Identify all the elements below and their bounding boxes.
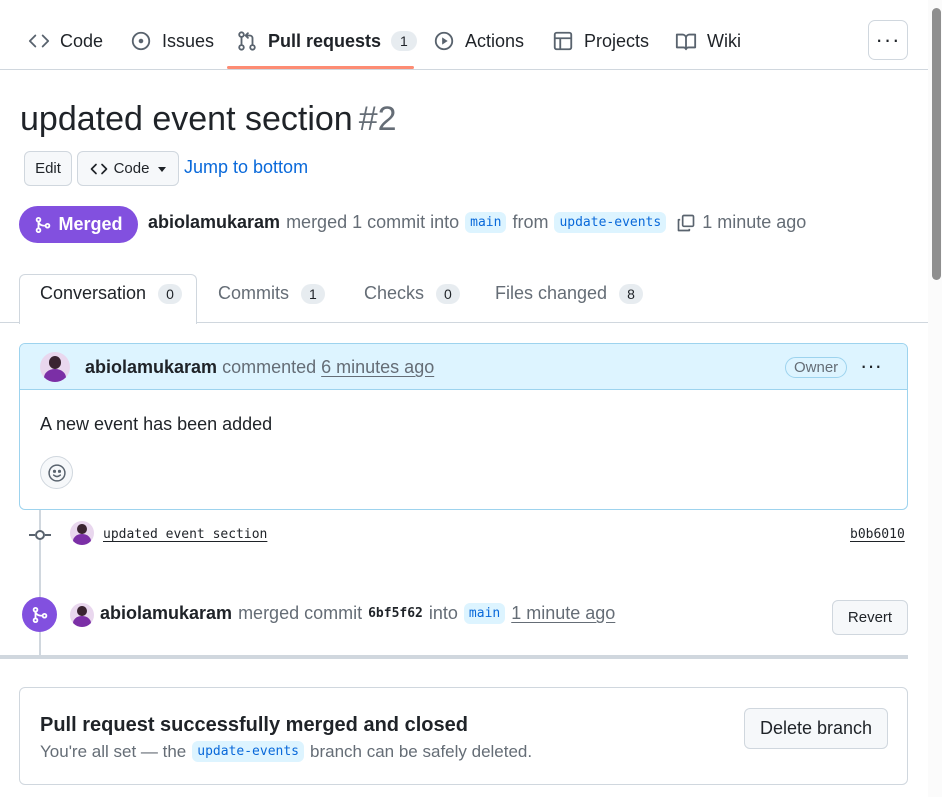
merged-state-badge: Merged bbox=[19, 206, 138, 243]
repo-tab-issues[interactable]: Issues bbox=[130, 22, 214, 60]
tab-count: 0 bbox=[436, 283, 460, 304]
merge-event-badge bbox=[22, 597, 57, 632]
merged-status-box: Pull request successfully merged and clo… bbox=[19, 687, 908, 785]
repo-tab-label: Pull requests bbox=[268, 30, 382, 51]
pr-title-text: updated event section bbox=[20, 100, 353, 138]
repo-tab-wiki[interactable]: Wiki bbox=[675, 22, 741, 60]
table-icon bbox=[553, 31, 573, 51]
repo-tab-label: Actions bbox=[465, 30, 525, 51]
repo-tab-code[interactable]: Code bbox=[28, 22, 103, 60]
add-reaction-button[interactable] bbox=[40, 456, 73, 489]
tab-count: 8 bbox=[619, 283, 643, 304]
merge-text: merged commit bbox=[238, 603, 363, 623]
code-dropdown-button[interactable]: Code bbox=[77, 151, 179, 186]
timeline-end-separator bbox=[0, 655, 908, 659]
tab-count: 0 bbox=[158, 283, 182, 304]
repo-tab-label: Issues bbox=[162, 30, 215, 51]
merge-time-link[interactable]: 1 minute ago bbox=[511, 603, 615, 624]
comment-body: A new event has been added bbox=[40, 414, 273, 434]
edit-button-label: Edit bbox=[35, 160, 61, 177]
triangle-down-icon bbox=[158, 166, 167, 172]
copy-icon[interactable] bbox=[676, 213, 696, 233]
active-tab-underline bbox=[227, 66, 414, 69]
merge-sha-link[interactable]: 6bf5f62 bbox=[368, 606, 423, 621]
merge-event-text: abiolamukaram merged commit 6bf5f62 into… bbox=[100, 603, 615, 624]
delete-branch-button[interactable]: Delete branch bbox=[744, 708, 888, 749]
repo-tab-label: Wiki bbox=[707, 30, 741, 51]
git-merge-icon bbox=[32, 606, 47, 623]
tab-checks[interactable]: Checks 0 bbox=[364, 283, 460, 304]
scrollbar-thumb[interactable] bbox=[932, 8, 941, 280]
tab-files-changed[interactable]: Files changed 8 bbox=[495, 283, 643, 304]
tab-commits[interactable]: Commits 1 bbox=[218, 283, 325, 304]
merged-state-label: Merged bbox=[58, 214, 123, 234]
pr-author-link[interactable]: abiolamukaram bbox=[148, 212, 280, 233]
pull-request-icon bbox=[238, 31, 256, 51]
edit-button[interactable]: Edit bbox=[24, 151, 72, 186]
repo-nav: Code Issues Pull requests 1 Actions Proj… bbox=[0, 0, 928, 70]
repo-tab-actions[interactable]: Actions bbox=[433, 22, 524, 60]
kebab-horizontal-icon: ··· bbox=[875, 27, 901, 52]
merge-author-link[interactable]: abiolamukaram bbox=[100, 603, 232, 624]
into-text: into bbox=[428, 603, 458, 623]
avatar[interactable] bbox=[70, 603, 94, 627]
comment-header: abiolamukaram commented 6 minutes ago Ow… bbox=[20, 344, 907, 390]
book-icon bbox=[675, 33, 697, 51]
merge-status-line: abiolamukaram merged 1 commit into main … bbox=[148, 212, 806, 233]
code-icon bbox=[90, 163, 107, 174]
delete-branch-label: Delete branch bbox=[759, 718, 873, 738]
avatar[interactable] bbox=[70, 521, 94, 545]
git-commit-icon bbox=[29, 530, 51, 540]
repo-tab-pull-requests[interactable]: Pull requests 1 bbox=[236, 22, 417, 60]
tab-label: Checks bbox=[364, 283, 425, 303]
kebab-horizontal-icon[interactable]: ··· bbox=[860, 353, 882, 379]
code-button-label: Code bbox=[113, 160, 150, 177]
commit-sha-link[interactable]: b0b6010 bbox=[850, 527, 905, 542]
tab-label: Commits bbox=[218, 283, 289, 303]
merge-branch[interactable]: main bbox=[463, 603, 506, 624]
page-title: updated event section #2 bbox=[20, 100, 397, 139]
owner-badge: Owner bbox=[785, 357, 848, 378]
desc-after: branch can be safely deleted. bbox=[310, 741, 533, 761]
tab-conversation[interactable]: Conversation 0 bbox=[40, 283, 182, 304]
desc-before: You're all set — the bbox=[40, 741, 187, 761]
issue-icon bbox=[131, 31, 151, 51]
merged-time: 1 minute ago bbox=[702, 212, 807, 232]
revert-button[interactable]: Revert bbox=[832, 600, 908, 635]
merged-text: merged 1 commit into bbox=[286, 212, 460, 232]
smiley-icon bbox=[47, 463, 66, 482]
head-branch[interactable]: update-events bbox=[554, 212, 667, 233]
merged-status-description: You're all set — the update-events branc… bbox=[40, 741, 532, 762]
repo-tab-projects[interactable]: Projects bbox=[552, 22, 649, 60]
code-icon bbox=[28, 34, 50, 48]
deletable-branch[interactable]: update-events bbox=[192, 741, 305, 762]
tab-label: Conversation bbox=[40, 283, 147, 303]
from-text: from bbox=[512, 212, 549, 232]
tab-label: Files changed bbox=[495, 283, 608, 303]
play-icon bbox=[434, 31, 454, 51]
base-branch[interactable]: main bbox=[465, 212, 507, 233]
pr-description-comment: abiolamukaram commented 6 minutes ago Ow… bbox=[19, 343, 908, 510]
comment-author-link[interactable]: abiolamukaram bbox=[85, 357, 217, 377]
merged-status-title: Pull request successfully merged and clo… bbox=[40, 714, 468, 736]
repo-tab-label: Code bbox=[60, 30, 104, 51]
comment-meta: abiolamukaram commented 6 minutes ago bbox=[85, 357, 434, 378]
repo-tab-label: Projects bbox=[584, 30, 650, 51]
repo-more-button[interactable]: ··· bbox=[868, 20, 908, 60]
comment-time-link[interactable]: 6 minutes ago bbox=[321, 357, 434, 377]
pull-requests-count: 1 bbox=[391, 31, 417, 51]
revert-button-label: Revert bbox=[847, 609, 893, 626]
pr-number: #2 bbox=[358, 100, 397, 138]
tab-count: 1 bbox=[301, 283, 325, 304]
avatar[interactable] bbox=[40, 352, 70, 382]
git-merge-icon bbox=[36, 216, 51, 233]
comment-action: commented bbox=[222, 357, 317, 377]
commit-message-link[interactable]: updated event section bbox=[103, 527, 267, 542]
jump-to-bottom-link[interactable]: Jump to bottom bbox=[184, 157, 308, 178]
